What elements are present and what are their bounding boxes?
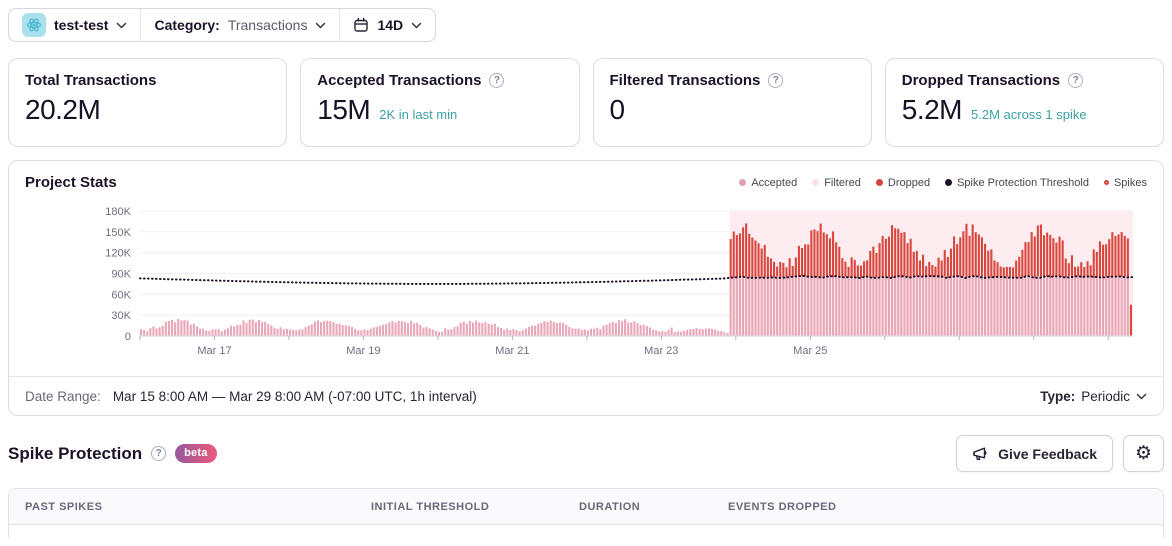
svg-text:180K: 180K: [105, 206, 131, 218]
megaphone-icon: [973, 447, 987, 460]
svg-text:60K: 60K: [111, 289, 131, 301]
project-stats-chart[interactable]: 0 30K 60K 90K 120K 150K 180K Mar 17 Mar 19 Mar 21…: [9, 195, 1163, 370]
card-subtext: 5.2M across 1 spike: [971, 107, 1087, 122]
svg-text:30K: 30K: [111, 310, 131, 322]
project-name: test-test: [54, 17, 109, 33]
card-value: 0: [609, 94, 626, 125]
chevron-down-icon: [316, 22, 326, 28]
chart-title: Project Stats: [25, 174, 117, 191]
table-header-row: PAST SPIKES INITIAL THRESHOLD DURATION E…: [9, 489, 1163, 525]
legend-label: Filtered: [824, 176, 861, 189]
spike-protection-title: Spike Protection: [8, 443, 143, 463]
type-value: Periodic: [1081, 388, 1130, 404]
date-range-label: Date Range:: [25, 388, 101, 404]
help-icon[interactable]: ?: [489, 73, 505, 88]
calendar-icon: [354, 17, 369, 32]
type-label: Type:: [1040, 388, 1076, 404]
help-icon[interactable]: ?: [1068, 73, 1084, 88]
card-title: Filtered Transactions ?: [610, 72, 855, 89]
legend-item-spikes[interactable]: Spikes: [1103, 176, 1147, 189]
category-selector[interactable]: Category: Transactions: [141, 9, 339, 41]
type-selector[interactable]: Type: Periodic: [1040, 389, 1147, 404]
legend-label: Dropped: [887, 176, 931, 189]
chevron-down-icon: [117, 22, 127, 28]
col-initial-threshold: INITIAL THRESHOLD: [371, 500, 490, 513]
series-dot-icon: [739, 179, 747, 186]
svg-text:120K: 120K: [105, 248, 131, 260]
card-value: 5.2M: [901, 94, 963, 125]
give-feedback-button[interactable]: Give Feedback: [956, 435, 1113, 472]
settings-button[interactable]: ⚙: [1123, 435, 1164, 472]
svg-text:Mar 23: Mar 23: [644, 345, 678, 357]
spike-ring-icon: [1103, 180, 1109, 185]
help-icon[interactable]: ?: [768, 73, 784, 88]
col-events-dropped: EVENTS DROPPED: [728, 500, 837, 513]
project-platform-icon: [22, 13, 46, 37]
chart-legend: Accepted Filtered Dropped Spike Protection …: [739, 177, 1147, 189]
series-dot-icon: [945, 179, 953, 186]
card-title: Total Transactions: [25, 72, 157, 89]
col-duration: DURATION: [579, 500, 641, 513]
legend-label: Spike Protection Threshold: [957, 176, 1089, 189]
legend-item-filtered[interactable]: Filtered: [812, 177, 861, 189]
card-filtered-transactions: Filtered Transactions ? 0: [592, 58, 872, 147]
give-feedback-label: Give Feedback: [998, 445, 1097, 462]
svg-text:90K: 90K: [111, 269, 131, 281]
series-dot-icon: [812, 179, 820, 186]
project-filter-bar: test-test Category: Transactions 14D: [8, 8, 437, 42]
legend-item-accepted[interactable]: Accepted: [739, 177, 797, 189]
card-value: 15M: [317, 94, 371, 125]
stat-cards-row: Total Transactions 20.2M Accepted Transa…: [8, 58, 1164, 147]
category-value: Transactions: [227, 17, 308, 33]
series-dot-icon: [875, 179, 883, 186]
help-icon[interactable]: ?: [151, 446, 167, 461]
category-label: Category:: [154, 17, 220, 33]
past-spikes-table: PAST SPIKES INITIAL THRESHOLD DURATION E…: [8, 488, 1164, 538]
card-total-transactions: Total Transactions 20.2M: [8, 58, 288, 147]
project-selector[interactable]: test-test: [9, 9, 140, 41]
card-value: 20.2M: [25, 94, 101, 125]
legend-item-dropped[interactable]: Dropped: [875, 176, 931, 189]
svg-text:150K: 150K: [105, 227, 131, 239]
date-period-selector[interactable]: 14D: [340, 9, 435, 41]
card-dropped-transactions: Dropped Transactions ? 5.2M 5.2M across …: [884, 58, 1164, 147]
legend-label: Spikes: [1113, 176, 1147, 189]
svg-text:Mar 19: Mar 19: [346, 345, 380, 357]
date-range-value: Mar 15 8:00 AM — Mar 29 8:00 AM (-07:00 …: [112, 388, 477, 404]
legend-label: Accepted: [751, 176, 798, 189]
chevron-down-icon: [411, 22, 422, 28]
card-title: Accepted Transactions ?: [317, 72, 562, 89]
gear-icon: ⚙: [1134, 443, 1153, 464]
svg-text:Mar 25: Mar 25: [793, 345, 827, 357]
legend-item-spike-protection-threshold[interactable]: Spike Protection Threshold: [945, 177, 1089, 189]
card-accepted-transactions: Accepted Transactions ? 15M 2K in last m…: [300, 58, 580, 147]
beta-badge: beta: [175, 444, 217, 463]
svg-text:Mar 21: Mar 21: [495, 345, 529, 357]
spike-protection-header: Spike Protection ? beta Give Feedback ⚙: [8, 435, 1164, 472]
card-title: Dropped Transactions ?: [902, 72, 1147, 89]
svg-text:0: 0: [125, 331, 131, 343]
svg-text:Mar 17: Mar 17: [197, 345, 231, 357]
card-subtext: 2K in last min: [379, 107, 458, 122]
project-stats-panel: Project Stats Accepted Filtered Dropped Spi…: [8, 160, 1164, 416]
table-row[interactable]: [9, 525, 1163, 538]
chevron-down-icon: [1136, 393, 1147, 399]
chart-footer: Date Range: Mar 15 8:00 AM — Mar 29 8:00…: [9, 376, 1163, 415]
period-value: 14D: [377, 17, 404, 33]
col-past-spikes: PAST SPIKES: [25, 500, 103, 513]
